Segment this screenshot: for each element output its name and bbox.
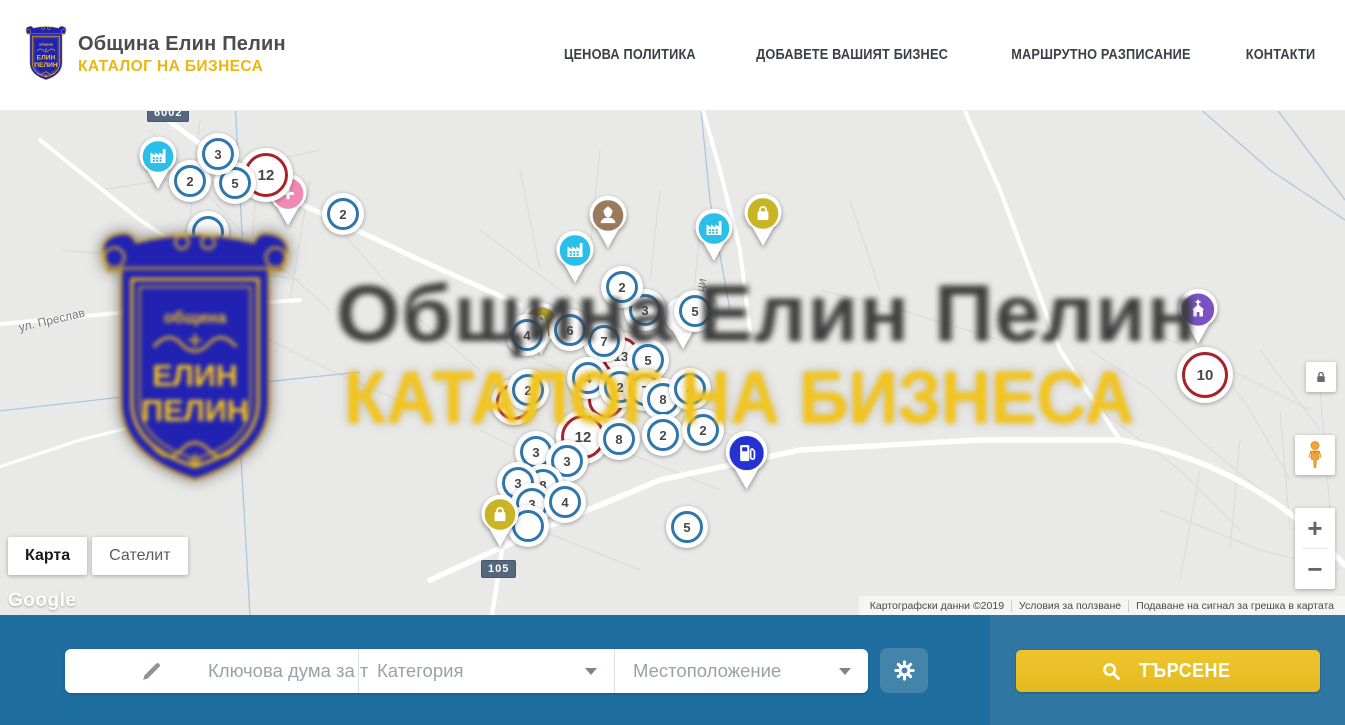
cluster-marker[interactable]: 2 — [682, 409, 724, 451]
location-dropdown-label: Местоположение — [633, 660, 781, 682]
brand-logo[interactable]: Община Елин Пелин КАТАЛОГ НА БИЗНЕСА — [22, 22, 286, 86]
cluster-marker[interactable]: 5 — [666, 506, 708, 548]
cluster-count: 4 — [686, 382, 693, 397]
chevron-down-icon — [585, 668, 597, 675]
pin-marker-factory-icon[interactable] — [692, 207, 736, 263]
zoom-control: + − — [1295, 508, 1335, 589]
cluster-marker[interactable]: 8 — [598, 418, 640, 460]
brand-text: Община Елин Пелин КАТАЛОГ НА БИЗНЕСА — [78, 33, 286, 76]
cluster-count: 2 — [616, 380, 623, 395]
cluster-marker[interactable]: 10 — [1177, 347, 1233, 403]
keyword-input[interactable] — [206, 659, 370, 683]
pin-marker-factory-icon[interactable] — [553, 229, 597, 285]
cluster-marker[interactable]: 4 — [669, 368, 711, 410]
cluster-marker[interactable]: 5 — [674, 290, 716, 332]
cluster-marker[interactable]: 6 — [549, 309, 591, 351]
nav-item-add-business[interactable]: ДОБАВЕТЕ ВАШИЯТ БИЗНЕС — [756, 47, 948, 63]
street-view-pegman[interactable] — [1295, 435, 1335, 475]
cluster-count: 12 — [258, 167, 275, 184]
cluster-count: 8 — [615, 432, 622, 447]
pencil-icon — [139, 659, 164, 684]
cluster-count: 4 — [523, 328, 530, 343]
marker-layer: 12253 2 137645352427 — [0, 110, 1345, 615]
cluster-marker[interactable]: 2 — [642, 414, 684, 456]
satellite-view-button[interactable]: Сателит — [92, 537, 187, 575]
search-button[interactable]: ТЪРСЕНЕ — [1016, 650, 1320, 692]
cluster-count: 2 — [659, 428, 666, 443]
nav-item-route-schedule[interactable]: МАРШРУТНО РАЗПИСАНИЕ — [1011, 47, 1190, 63]
lock-control[interactable] — [1306, 362, 1336, 392]
attribution-report-error-link[interactable]: Подаване на сигнал за грешка в картата — [1128, 600, 1341, 612]
cluster-count: 2 — [618, 280, 625, 295]
municipality-crest-icon — [22, 22, 70, 86]
search-bar: ТЪРСЕНЕ Категория Местоположение — [0, 615, 1345, 725]
cluster-count: 7 — [600, 334, 607, 349]
page: Община Елин Пелин КАТАЛОГ НА БИЗНЕСА ЦЕН… — [0, 0, 1345, 725]
cluster-count: 6 — [566, 323, 573, 338]
pin-marker-factory-icon[interactable] — [136, 135, 180, 191]
site-header: Община Елин Пелин КАТАЛОГ НА БИЗНЕСА ЦЕН… — [0, 0, 1345, 111]
map-attribution: Картографски данни ©2019 Условия за полз… — [859, 596, 1345, 615]
brand-subtitle: КАТАЛОГ НА БИЗНЕСА — [78, 58, 280, 76]
zoom-in-button[interactable]: + — [1295, 508, 1335, 548]
cluster-count: 2 — [186, 174, 193, 189]
gear-icon — [893, 659, 916, 682]
map-type-control: Карта Сателит — [8, 537, 188, 575]
pin-marker-shopping-bag-icon[interactable] — [741, 192, 785, 248]
map-canvas[interactable]: ул. Преслав бул. „Новосел ци 6002 105 12… — [0, 110, 1345, 615]
cluster-marker[interactable] — [187, 211, 229, 253]
keyword-field — [65, 649, 358, 693]
cluster-count: 5 — [683, 520, 690, 535]
cluster-count: 5 — [231, 176, 238, 191]
zoom-out-button[interactable]: − — [1295, 549, 1335, 589]
category-dropdown[interactable]: Категория — [358, 649, 614, 693]
chevron-down-icon — [839, 668, 851, 675]
cluster-count: 5 — [691, 304, 698, 319]
location-dropdown[interactable]: Местоположение — [614, 649, 868, 693]
map-view-button[interactable]: Карта — [8, 537, 87, 575]
main-nav: ЦЕНОВА ПОЛИТИКА ДОБАВЕТЕ ВАШИЯТ БИЗНЕС М… — [555, 0, 1320, 110]
pin-marker-shopping-bag-icon[interactable] — [478, 493, 522, 549]
cluster-marker[interactable]: 2 — [601, 266, 643, 308]
category-dropdown-label: Категория — [377, 660, 463, 682]
lock-icon — [1311, 367, 1331, 387]
cluster-count: 3 — [214, 147, 221, 162]
cluster-count: 2 — [339, 207, 346, 222]
attribution-copyright: Картографски данни ©2019 — [863, 600, 1011, 612]
pegman-icon — [1303, 440, 1327, 470]
brand-title: Община Елин Пелин — [78, 33, 286, 56]
search-button-label: ТЪРСЕНЕ — [1139, 660, 1230, 683]
cluster-count: 5 — [644, 353, 651, 368]
cluster-count: 3 — [532, 445, 539, 460]
cluster-marker[interactable]: 4 — [544, 481, 586, 523]
cluster-marker[interactable]: 2 — [507, 369, 549, 411]
cluster-count: 3 — [563, 454, 570, 469]
cluster-count: 10 — [1197, 367, 1214, 384]
cluster-marker[interactable]: 4 — [506, 314, 548, 356]
attribution-terms-link[interactable]: Условия за ползване — [1011, 600, 1128, 612]
search-bar-right-panel: ТЪРСЕНЕ — [990, 615, 1345, 725]
search-fields: Категория Местоположение — [65, 649, 868, 693]
nav-item-pricing[interactable]: ЦЕНОВА ПОЛИТИКА — [564, 47, 696, 63]
cluster-count: 4 — [561, 495, 568, 510]
google-logo[interactable]: Google — [8, 590, 76, 612]
cluster-count: 2 — [699, 423, 706, 438]
cluster-count: 4 — [584, 371, 591, 386]
nav-item-contacts[interactable]: КОНТАКТИ — [1246, 47, 1316, 63]
cluster-count: 2 — [524, 383, 531, 398]
cluster-marker[interactable]: 2 — [322, 193, 364, 235]
pin-marker-church-icon[interactable] — [1175, 287, 1221, 346]
cluster-count: 3 — [641, 303, 648, 318]
pin-marker-fuel-pump-icon[interactable] — [722, 429, 771, 492]
search-icon — [1100, 660, 1122, 682]
cluster-marker[interactable]: 3 — [197, 133, 239, 175]
cluster-count: 8 — [659, 392, 666, 407]
search-settings-button[interactable] — [880, 648, 928, 693]
